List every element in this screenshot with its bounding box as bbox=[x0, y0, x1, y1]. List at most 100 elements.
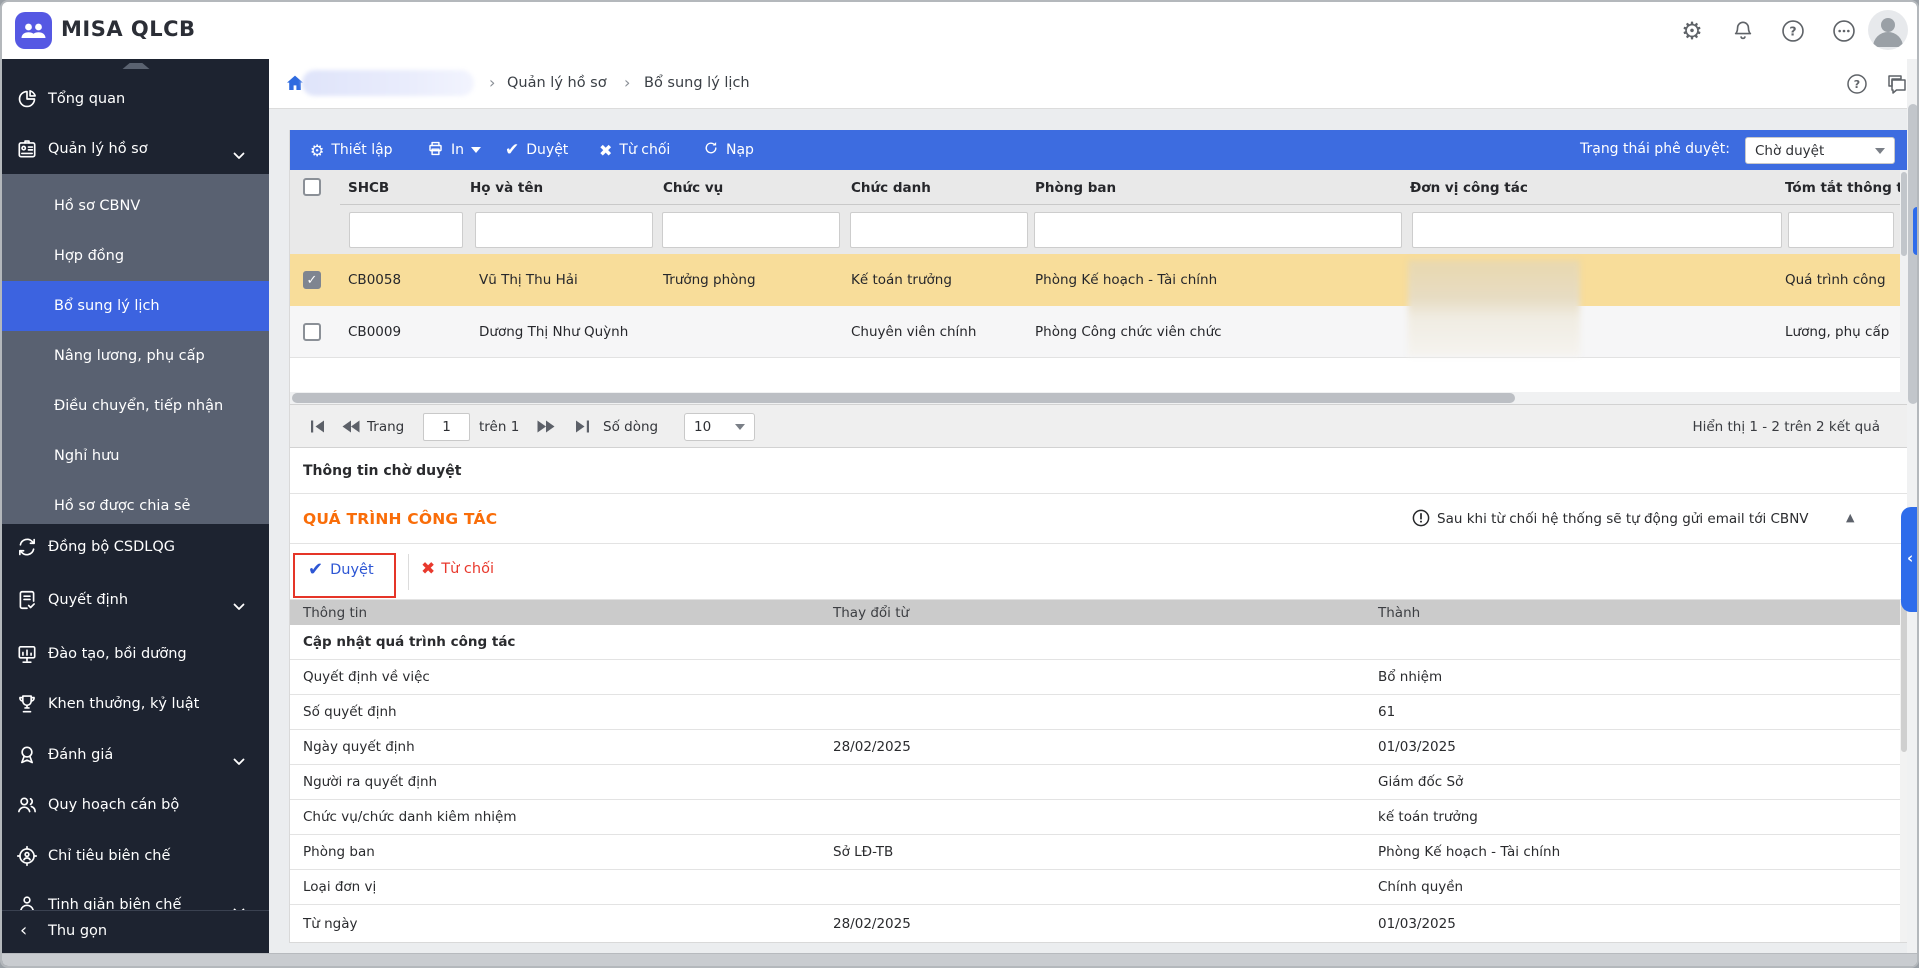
cell-tom-tat: Lương, phụ cấp bbox=[1785, 324, 1889, 340]
sidebar-item-dong-bo-csdlqg[interactable]: Đồng bộ CSDLQG bbox=[2, 522, 269, 572]
print-button[interactable]: In bbox=[427, 130, 481, 170]
sidebar-item-quyet-dinh[interactable]: Quyết định bbox=[2, 575, 269, 625]
pending-info-header: Thông tin chờ duyệt bbox=[290, 448, 1909, 494]
detail-group-row: Cập nhật quá trình công tác bbox=[290, 625, 1909, 660]
column-header[interactable]: SHCB bbox=[348, 180, 389, 196]
collapse-label: Thu gọn bbox=[48, 923, 107, 939]
x-icon: ✖ bbox=[421, 559, 435, 579]
side-panel-toggle[interactable]: ‹ bbox=[1901, 507, 1919, 612]
results-summary: Hiển thị 1 - 2 trên 2 kết quả bbox=[1692, 419, 1880, 435]
status-filter-select[interactable]: Chờ duyệt bbox=[1745, 137, 1895, 164]
svg-text:?: ? bbox=[1789, 24, 1796, 39]
more-icon[interactable] bbox=[1831, 18, 1857, 44]
setup-button[interactable]: ⚙ Thiết lập bbox=[310, 130, 393, 170]
feedback-chat-icon[interactable] bbox=[1885, 72, 1909, 96]
filter-input-don-vi-cong-tac[interactable] bbox=[1412, 212, 1782, 248]
id-card-icon bbox=[16, 138, 38, 160]
sidebar-item-nghi-huu[interactable]: Nghỉ hưu bbox=[2, 431, 269, 481]
action-toolbar: ⚙ Thiết lập In ✔ Duyệt ✖ Từ chối Nạp Trạ… bbox=[290, 130, 1909, 170]
next-page-icon[interactable] bbox=[537, 419, 555, 434]
trophy-icon bbox=[16, 693, 38, 715]
prev-page-icon[interactable] bbox=[342, 419, 360, 434]
sidebar: Tổng quan Quản lý hồ sơ Hồ sơ CBNV Hợp đ… bbox=[2, 59, 269, 968]
pie-chart-icon bbox=[16, 88, 38, 110]
filter-input-chuc-vu[interactable] bbox=[662, 212, 840, 248]
row-checkbox[interactable] bbox=[303, 323, 321, 341]
column-header[interactable]: Phòng ban bbox=[1035, 180, 1116, 196]
sidebar-submenu: Hồ sơ CBNV Hợp đồng Bổ sung lý lịch Nâng… bbox=[2, 174, 269, 524]
filter-input-ho-va-ten[interactable] bbox=[475, 212, 653, 248]
sidebar-scroll-up-icon[interactable] bbox=[115, 63, 157, 69]
first-page-icon[interactable] bbox=[309, 419, 327, 434]
last-page-icon[interactable] bbox=[573, 419, 591, 434]
pending-info-title: Thông tin chờ duyệt bbox=[303, 463, 461, 479]
dropdown-caret-icon bbox=[1875, 148, 1885, 154]
column-header[interactable]: Họ và tên bbox=[470, 180, 543, 196]
column-header[interactable]: Tóm tắt thông tin bbox=[1785, 180, 1909, 196]
top-header: MISA QLCB ⚙ ? bbox=[2, 2, 1919, 59]
sidebar-item-hop-dong[interactable]: Hợp đồng bbox=[2, 231, 269, 281]
reload-button[interactable]: Nạp bbox=[703, 130, 754, 170]
pagination-bar: Trang trên 1 Số dòng 10 Hiển thị 1 - 2 t… bbox=[290, 404, 1909, 448]
select-all-checkbox[interactable] bbox=[303, 178, 321, 196]
detail-row: Phòng ban Sở LĐ-TB Phòng Kế hoạch - Tài … bbox=[290, 835, 1909, 870]
breadcrumb-item[interactable]: Quản lý hồ sơ bbox=[507, 75, 607, 91]
breadcrumb-item-current: Bổ sung lý lịch bbox=[644, 75, 750, 91]
help-icon[interactable]: ? bbox=[1780, 18, 1806, 44]
detail-section-header: QUÁ TRÌNH CÔNG TÁC Sau khi từ chối hệ th… bbox=[290, 494, 1909, 544]
people-icon bbox=[16, 794, 38, 816]
page-vertical-scrollbar[interactable] bbox=[1907, 59, 1919, 953]
warning-text: Sau khi từ chối hệ thống sẽ tự động gửi … bbox=[1437, 511, 1809, 527]
sidebar-item-quy-hoach-can-bo[interactable]: Quy hoạch cán bộ bbox=[2, 780, 269, 830]
row-checkbox-checked[interactable]: ✓ bbox=[303, 271, 321, 289]
table-row[interactable]: CB0009 Dương Thị Như Quỳnh Chuyên viên c… bbox=[290, 306, 1909, 358]
table-header-row: SHCB Họ và tên Chức vụ Chức danh Phòng b… bbox=[290, 170, 1909, 205]
approve-button[interactable]: ✔ Duyệt bbox=[505, 130, 568, 170]
detail-group-label: Cập nhật quá trình công tác bbox=[303, 634, 515, 650]
sidebar-item-khen-thuong-ky-luat[interactable]: Khen thưởng, kỷ luật bbox=[2, 679, 269, 729]
chevron-down-icon bbox=[233, 751, 245, 759]
column-header[interactable]: Đơn vị công tác bbox=[1410, 180, 1528, 196]
status-filter-label: Trạng thái phê duyệt: bbox=[1580, 141, 1730, 157]
notifications-icon[interactable] bbox=[1730, 18, 1756, 44]
filter-input-phong-ban[interactable] bbox=[1034, 212, 1402, 248]
sidebar-item-ho-so-cbnv[interactable]: Hồ sơ CBNV bbox=[2, 181, 269, 231]
filter-input-chuc-danh[interactable] bbox=[850, 212, 1028, 248]
detail-row: Loại đơn vị Chính quyền bbox=[290, 870, 1909, 905]
collapse-section-icon[interactable]: ▲ bbox=[1846, 511, 1854, 524]
redacted-cell-region bbox=[1408, 260, 1580, 356]
table-row[interactable]: ✓ CB0058 Vũ Thị Thu Hải Trưởng phòng Kế … bbox=[290, 254, 1909, 306]
rows-per-page-select[interactable]: 10 bbox=[684, 413, 755, 441]
sidebar-collapse[interactable]: ‹ Thu gọn bbox=[2, 910, 269, 953]
settings-icon[interactable]: ⚙ bbox=[1679, 18, 1705, 44]
filter-input-shcb[interactable] bbox=[349, 212, 463, 248]
avatar[interactable] bbox=[1868, 10, 1908, 50]
breadcrumb-redacted-item bbox=[302, 70, 474, 96]
sidebar-item-danh-gia[interactable]: Đánh giá bbox=[2, 730, 269, 780]
detail-reject-button[interactable]: ✖ Từ chối bbox=[421, 559, 494, 579]
column-header[interactable]: Chức danh bbox=[851, 180, 931, 196]
scrollbar-thumb[interactable] bbox=[292, 393, 1515, 403]
sidebar-item-quan-ly-ho-so[interactable]: Quản lý hồ sơ bbox=[2, 124, 269, 174]
column-header[interactable]: Chức vụ bbox=[663, 180, 723, 196]
printer-icon bbox=[427, 140, 444, 161]
page-help-icon[interactable]: ? bbox=[1845, 72, 1869, 96]
sidebar-item-bo-sung-ly-lich[interactable]: Bổ sung lý lịch bbox=[2, 281, 269, 331]
page-number-input[interactable] bbox=[423, 413, 470, 441]
chevron-down-icon bbox=[233, 596, 245, 604]
sidebar-item-dieu-chuyen-tiep-nhan[interactable]: Điều chuyển, tiếp nhận bbox=[2, 381, 269, 431]
chevron-left-icon: ‹ bbox=[20, 920, 27, 941]
sidebar-item-chi-tieu-bien-che[interactable]: Chỉ tiêu biên chế bbox=[2, 831, 269, 881]
sidebar-item-dao-tao-boi-duong[interactable]: Đào tạo, bồi dưỡng bbox=[2, 629, 269, 679]
table-horizontal-scrollbar[interactable] bbox=[290, 392, 1909, 404]
reject-button[interactable]: ✖ Từ chối bbox=[599, 130, 670, 170]
sidebar-item-nang-luong-phu-cap[interactable]: Nâng lương, phụ cấp bbox=[2, 331, 269, 381]
filter-input-tom-tat[interactable] bbox=[1788, 212, 1894, 248]
cell-name: Vũ Thị Thu Hải bbox=[479, 272, 578, 288]
warning-icon bbox=[1412, 509, 1430, 527]
page-horizontal-scrollbar[interactable] bbox=[2, 953, 1919, 968]
cell-shcb: CB0009 bbox=[348, 324, 401, 340]
side-panel-tab-small[interactable] bbox=[1913, 207, 1919, 255]
cell-chuc-danh: Kế toán trưởng bbox=[851, 272, 952, 288]
sidebar-item-tong-quan[interactable]: Tổng quan bbox=[2, 74, 269, 124]
